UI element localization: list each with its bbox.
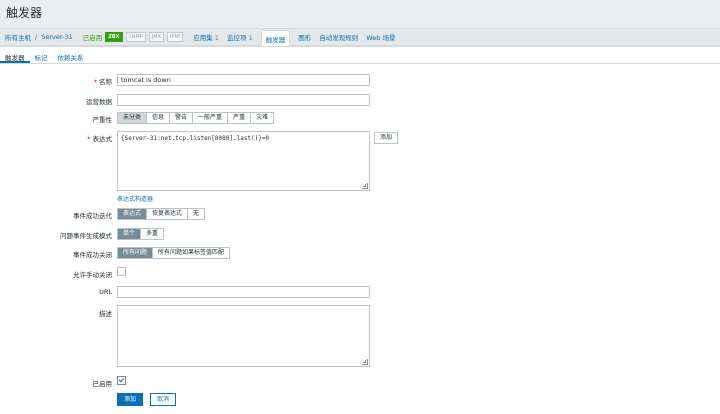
tab-tags[interactable]: 标记 [30, 49, 53, 63]
problem-mode-multiple[interactable]: 多重 [141, 229, 163, 239]
required-marker: * [93, 78, 97, 86]
event-name-input[interactable] [117, 94, 370, 106]
description-textarea[interactable] [117, 305, 370, 367]
problem-mode-single[interactable]: 单个 [118, 229, 142, 239]
required-marker: * [87, 135, 91, 143]
crumb-web[interactable]: Web 场景 [366, 32, 395, 42]
url-input[interactable] [117, 286, 370, 298]
name-label-text: 名称 [99, 78, 112, 86]
enabled-label: 已启用 [92, 380, 113, 388]
ok-event-selector: 表达式 恢复表达式 无 [117, 208, 206, 220]
breadcrumb: 所有主机 / Server-31 已启用 ZBX SNMP JMX IPMI 应… [0, 28, 720, 49]
severity-information[interactable]: 信息 [147, 113, 171, 123]
severity-disaster[interactable]: 灾难 [251, 113, 273, 123]
expression-label: * 表达式 [87, 133, 112, 143]
ok-event-none[interactable]: 无 [188, 209, 204, 219]
expression-label-text: 表达式 [92, 135, 113, 143]
resize-handle-icon[interactable] [362, 183, 368, 189]
url-label: URL [99, 288, 112, 296]
problem-mode-selector: 单个 多重 [117, 228, 165, 240]
ok-event-expression[interactable]: 表达式 [118, 209, 148, 219]
crumb-items-count: 1 [248, 34, 253, 42]
enabled-checkbox[interactable] [117, 376, 126, 385]
severity-not-classified[interactable]: 未分类 [118, 113, 148, 123]
breadcrumb-all-hosts[interactable]: 所有主机 [5, 32, 31, 42]
zbx-badge: ZBX [105, 32, 123, 42]
expression-add-button[interactable]: 添加 [374, 132, 399, 144]
crumb-applications-label: 应用集 [193, 34, 213, 42]
problem-mode-label: 问题事件生成模式 [60, 232, 112, 240]
severity-label: 严重性 [92, 116, 113, 124]
trigger-form-panel: 触发器 标记 依赖关系 * 名称 tomcat is down 运营数据 严重性 … [0, 46, 720, 414]
tabs-divider [0, 63, 720, 64]
breadcrumb-host[interactable]: Server-31 [41, 33, 73, 41]
add-button[interactable]: 添加 [117, 393, 144, 406]
breadcrumb-separator: / [35, 33, 38, 41]
checkmark-icon [118, 376, 125, 383]
snmp-badge: SNMP [125, 32, 146, 42]
host-status[interactable]: 已启用 [83, 32, 103, 42]
event-name-label: 运营数据 [86, 98, 112, 106]
tab-dependencies[interactable]: 依赖关系 [53, 49, 89, 63]
severity-average[interactable]: 一般严重 [193, 113, 229, 123]
ok-event-label: 事件成功迭代 [73, 212, 112, 220]
crumb-discovery[interactable]: 自动发现规则 [319, 32, 358, 42]
jmx-badge: JMX [148, 32, 164, 42]
page-title: 触发器 [6, 6, 43, 20]
crumb-items[interactable]: 监控项 1 [227, 32, 253, 42]
crumb-graphs[interactable]: 图形 [298, 32, 311, 42]
expression-text: {Server-31:net.tcp.listen[8080].last()}=… [121, 135, 270, 142]
manual-close-checkbox[interactable] [117, 267, 126, 276]
ok-close-label: 事件成功关闭 [73, 251, 112, 259]
cancel-button[interactable]: 取消 [150, 393, 177, 406]
severity-selector: 未分类 信息 警告 一般严重 严重 灾难 [117, 112, 275, 124]
form-tabs: 触发器 标记 依赖关系 [0, 49, 89, 63]
crumb-applications[interactable]: 应用集 1 [193, 32, 219, 42]
crumb-applications-count: 1 [214, 34, 219, 42]
severity-high[interactable]: 严重 [228, 113, 252, 123]
ok-close-tag-match[interactable]: 所有问题如果标签值匹配 [153, 248, 229, 258]
ipmi-badge: IPMI [167, 32, 184, 42]
severity-warning[interactable]: 警告 [170, 113, 194, 123]
ok-close-all[interactable]: 所有问题 [118, 248, 154, 258]
ok-close-selector: 所有问题 所有问题如果标签值匹配 [117, 247, 231, 259]
name-label: * 名称 [94, 76, 112, 86]
expression-builder-link[interactable]: 表达式构造器 [117, 194, 153, 203]
ok-event-recovery[interactable]: 恢复表达式 [147, 209, 189, 219]
expression-textarea[interactable]: {Server-31:net.tcp.listen[8080].last()}=… [117, 131, 370, 191]
tab-trigger[interactable]: 触发器 [0, 49, 30, 63]
description-label: 描述 [99, 310, 112, 318]
crumb-items-label: 监控项 [227, 34, 247, 42]
name-input[interactable]: tomcat is down [117, 74, 370, 86]
resize-handle-icon[interactable] [362, 359, 368, 365]
manual-close-label: 允许手动关闭 [73, 271, 112, 279]
